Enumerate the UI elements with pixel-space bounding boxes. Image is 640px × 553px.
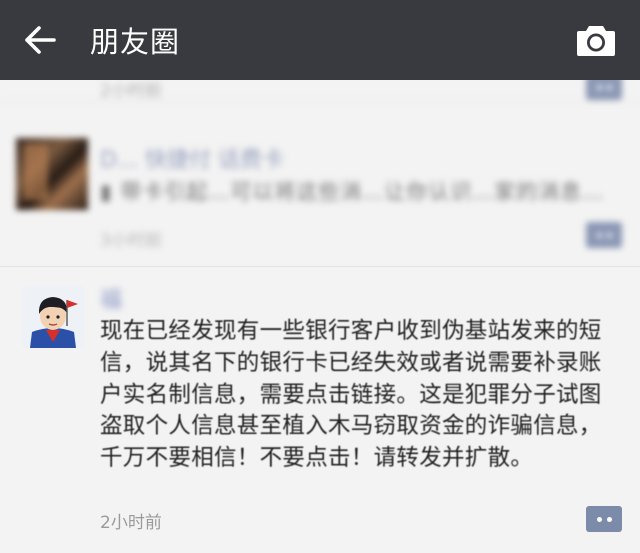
comment-button[interactable]	[586, 506, 622, 532]
moment-author-name[interactable]: D... 快捷付 话费卡	[100, 142, 284, 174]
back-button[interactable]	[4, 0, 76, 80]
moment-time: 3小时前	[100, 231, 162, 251]
moments-page: 朋友圈 2小时前 D... 快捷付 话费卡 ▮ 带卡引起…可以将这些消…让你认识…	[0, 0, 640, 553]
arrow-left-icon	[25, 26, 56, 54]
moment-time: 2小时前	[100, 513, 162, 533]
moment-author-name[interactable]: 福	[100, 282, 122, 314]
cartoon-avatar-icon	[22, 286, 84, 348]
moment-text: 现在已经发现有一些银行客户收到伪基站发来的短信，说其名下的银行卡已经失效或者说需…	[100, 318, 602, 472]
camera-icon	[577, 26, 615, 56]
page-title: 朋友圈	[90, 25, 181, 59]
more-dots-icon	[596, 516, 612, 522]
moment-time: 2小时前	[100, 81, 162, 101]
more-dots-icon	[596, 84, 612, 90]
avatar[interactable]	[16, 138, 88, 210]
camera-button[interactable]	[574, 20, 618, 60]
moment-item: 福 现在已经发现有一些银行客户收到伪基站发来的短信，说其名下的银行卡已经失效或者…	[0, 268, 640, 553]
moments-feed[interactable]: 2小时前 D... 快捷付 话费卡 ▮ 带卡引起…可以将这些消…让你认识…家的消…	[0, 80, 640, 553]
avatar[interactable]	[22, 286, 84, 348]
moment-text: ▮ 带卡引起…可以将这些消…让你认识…家的消息…	[100, 180, 605, 204]
more-dots-icon	[596, 232, 612, 238]
comment-button[interactable]	[586, 222, 622, 248]
comment-button[interactable]	[586, 80, 622, 100]
moment-item: 2小时前	[0, 80, 640, 101]
top-navigation-bar: 朋友圈	[0, 0, 640, 80]
moment-item: D... 快捷付 话费卡 ▮ 带卡引起…可以将这些消…让你认识…家的消息… 3小…	[0, 126, 640, 267]
